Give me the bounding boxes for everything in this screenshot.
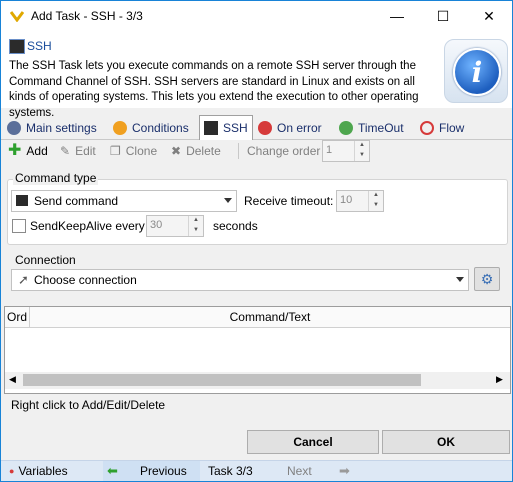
minimize-button[interactable]: — [374, 1, 420, 31]
tab-label: Conditions [132, 120, 189, 135]
receive-timeout-label: Receive timeout: [244, 194, 334, 208]
cursor-icon: ➚ [18, 272, 29, 287]
header-title: SSH [27, 39, 52, 53]
add-button[interactable]: ✚ Add [8, 142, 48, 160]
clone-label: Clone [125, 144, 158, 158]
gear-icon [7, 120, 21, 135]
stepper-arrows[interactable]: ▲ ▼ [368, 191, 383, 211]
scroll-thumb[interactable] [23, 374, 421, 386]
add-label: Add [26, 144, 48, 158]
command-type-group [7, 179, 508, 245]
keepalive-label: SendKeepAlive every [30, 219, 145, 233]
edit-label: Edit [75, 144, 96, 158]
next-button[interactable]: Next ➡ [259, 461, 359, 481]
tab-conditions[interactable]: Conditions [113, 117, 189, 138]
variables-label: Variables [18, 464, 68, 478]
clone-icon: ❐ [110, 144, 121, 158]
delete-button[interactable]: ✖ Delete [171, 142, 221, 160]
command-type-value: Send command [34, 194, 119, 208]
grid-hint: Right click to Add/Edit/Delete [11, 398, 166, 412]
terminal-icon [16, 195, 28, 206]
error-icon [258, 120, 272, 135]
timeout-icon [339, 120, 353, 135]
info-icon: i [453, 48, 501, 96]
command-grid[interactable]: Ord Command/Text ◀ ▶ [4, 306, 511, 394]
delete-icon: ✖ [171, 144, 182, 158]
terminal-icon [9, 39, 25, 54]
scroll-left-icon[interactable]: ◀ [9, 374, 16, 385]
status-bar: ● Variables ⬅ Previous Task 3/3 Next ➡ [1, 460, 512, 481]
ok-button[interactable]: OK [382, 430, 510, 454]
connection-label: Connection [13, 253, 78, 267]
title-bar: Add Task - SSH - 3/3 — ☐ ✕ [1, 1, 512, 32]
order-stepper[interactable]: 1 ▲ ▼ [322, 140, 370, 162]
gear-icon: ⚙ [480, 270, 494, 287]
chevron-down-icon [224, 198, 232, 203]
add-task-window: Add Task - SSH - 3/3 — ☐ ✕ SSH The SSH T… [0, 0, 513, 482]
stepper-arrows[interactable]: ▲ ▼ [188, 216, 203, 236]
task-indicator: Task 3/3 [208, 464, 253, 478]
plus-icon: ✚ [8, 142, 22, 159]
receive-timeout-stepper[interactable]: 10 ▲ ▼ [336, 190, 384, 212]
seconds-label: seconds [213, 219, 258, 233]
horizontal-scrollbar[interactable]: ◀ ▶ [5, 372, 510, 389]
edit-button[interactable]: ✎ Edit [60, 142, 96, 160]
window-title: Add Task - SSH - 3/3 [31, 9, 143, 23]
tab-strip: Main settings Conditions SSH On error Ti… [1, 115, 512, 140]
terminal-icon [204, 121, 218, 135]
connection-settings-button[interactable]: ⚙ [474, 267, 500, 291]
tab-label: Flow [439, 120, 465, 135]
arrow-left-icon: ⬅ [107, 463, 118, 478]
scroll-right-icon[interactable]: ▶ [496, 374, 503, 385]
tab-timeout[interactable]: TimeOut [339, 117, 404, 138]
cancel-button[interactable]: Cancel [247, 430, 379, 454]
command-type-label: Command type [13, 171, 99, 185]
clone-button[interactable]: ❐ Clone [110, 142, 157, 160]
keepalive-value: 30 [150, 219, 163, 231]
tab-label: On error [277, 120, 322, 135]
tab-ssh[interactable]: SSH [199, 115, 253, 140]
variables-icon: ● [9, 466, 15, 476]
column-header-command[interactable]: Command/Text [30, 307, 510, 328]
close-button[interactable]: ✕ [466, 1, 512, 31]
ssh-panel: ✚ Add ✎ Edit ❐ Clone ✖ Delete Change ord… [1, 140, 512, 420]
info-badge: i [444, 39, 508, 103]
connection-value: Choose connection [34, 273, 137, 287]
app-logo-icon [9, 10, 25, 23]
header-description: The SSH Task lets you execute commands o… [9, 60, 419, 119]
pencil-icon: ✎ [60, 144, 71, 158]
tab-on-error[interactable]: On error [258, 117, 322, 138]
keepalive-stepper[interactable]: 30 ▲ ▼ [146, 215, 204, 237]
variables-button[interactable]: ● Variables [9, 464, 68, 478]
command-type-select[interactable]: Send command [11, 190, 237, 212]
change-order-label: Change order [247, 144, 321, 158]
stepper-arrows[interactable]: ▲ ▼ [354, 141, 369, 161]
maximize-button[interactable]: ☐ [420, 1, 466, 31]
tab-main-settings[interactable]: Main settings [7, 117, 97, 138]
next-label: Next [287, 464, 312, 478]
previous-label: Previous [140, 464, 187, 478]
delete-label: Delete [186, 144, 221, 158]
tab-label: Main settings [26, 120, 97, 135]
task-header: SSH The SSH Task lets you execute comman… [1, 32, 512, 119]
toolbar-separator [238, 143, 239, 159]
tab-flow[interactable]: Flow [420, 117, 464, 138]
question-icon [113, 120, 127, 135]
tab-label: SSH [223, 121, 248, 135]
receive-timeout-value: 10 [340, 194, 353, 206]
column-header-ord[interactable]: Ord [5, 307, 30, 328]
chevron-down-icon [456, 277, 464, 282]
flow-icon [420, 120, 434, 135]
order-value: 1 [326, 144, 333, 156]
previous-button[interactable]: ⬅ Previous [103, 461, 200, 481]
keepalive-checkbox[interactable] [12, 219, 26, 233]
arrow-right-icon: ➡ [339, 463, 350, 478]
connection-select[interactable]: ➚ Choose connection [11, 269, 469, 291]
tab-label: TimeOut [358, 120, 404, 135]
